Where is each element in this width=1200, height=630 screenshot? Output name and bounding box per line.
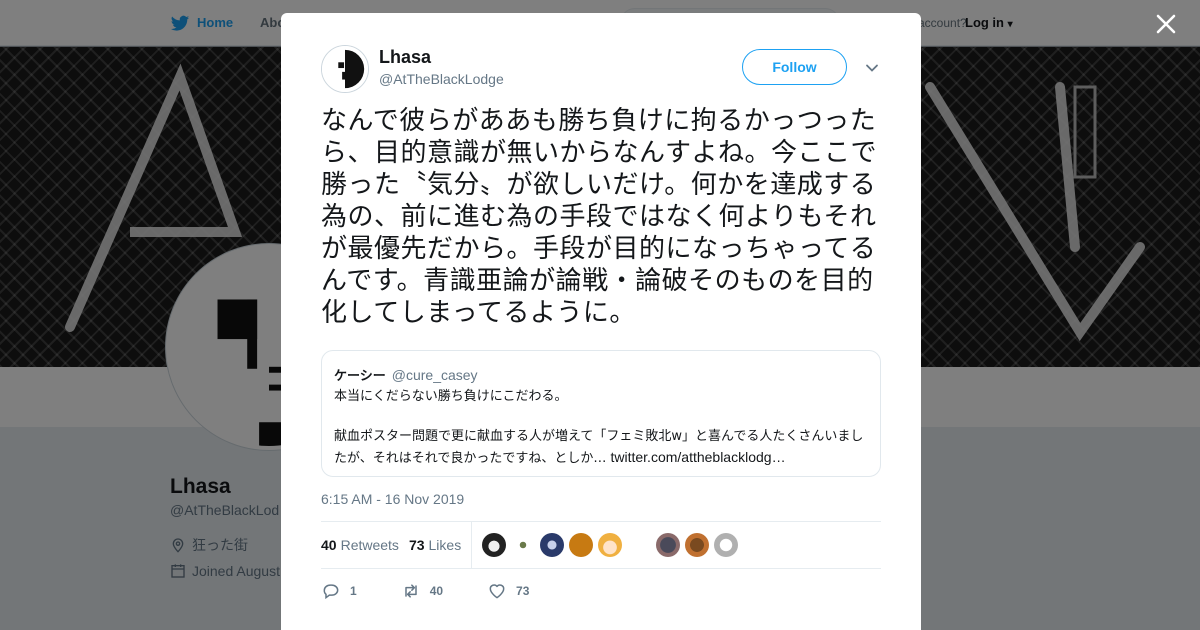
likes-count: 73 bbox=[408, 537, 425, 553]
like-action-count: 73 bbox=[516, 584, 530, 598]
author-avatar[interactable] bbox=[321, 45, 369, 93]
quote-link[interactable]: twitter.com/attheblacklodg… bbox=[610, 449, 785, 465]
caret-down-icon[interactable] bbox=[865, 61, 879, 75]
likes-stat[interactable]: 73 Likes bbox=[409, 537, 461, 553]
tweet-stats: 40 Retweets 73 Likes bbox=[321, 521, 881, 569]
likes-label: Likes bbox=[428, 537, 462, 553]
tweet-timestamp[interactable]: 6:15 AM - 16 Nov 2019 bbox=[321, 491, 464, 507]
quote-text-line1: 本当にくだらない勝ち負けにこだわる。 bbox=[334, 389, 568, 404]
retweets-count: 40 bbox=[321, 537, 337, 553]
quote-header: ケーシー @cure_casey bbox=[334, 365, 868, 384]
close-icon[interactable] bbox=[1154, 12, 1178, 36]
quoted-tweet[interactable]: ケーシー @cure_casey 本当にくだらない勝ち負けにこだわる。 献血ポス… bbox=[321, 350, 881, 477]
author-handle[interactable]: @AtTheBlackLodge bbox=[379, 71, 504, 87]
liker-avatar[interactable] bbox=[511, 533, 536, 557]
quote-author-name: ケーシー bbox=[334, 369, 386, 384]
liker-avatars bbox=[482, 533, 739, 557]
liker-avatar[interactable] bbox=[482, 533, 507, 557]
liker-avatar[interactable] bbox=[656, 533, 681, 557]
like-icon bbox=[489, 584, 505, 599]
follow-button[interactable]: Follow bbox=[742, 49, 847, 85]
quote-text-line2: 献血ポスター問題で更に献血する人が増えて「フェミ敗北w」と喜んでる人たくさんいま… bbox=[334, 427, 868, 469]
stats-divider bbox=[471, 522, 473, 568]
avatar-art bbox=[322, 46, 368, 92]
retweets-label: Retweets bbox=[340, 537, 399, 553]
retweet-action-count: 40 bbox=[429, 584, 444, 598]
retweets-stat[interactable]: 40 Retweets bbox=[321, 537, 399, 553]
retweet-button[interactable]: 40 bbox=[401, 581, 443, 601]
liker-avatar[interactable] bbox=[540, 533, 565, 557]
reply-icon bbox=[323, 584, 339, 600]
tweet-actions: 1 40 73 bbox=[321, 581, 573, 601]
liker-avatar[interactable] bbox=[598, 533, 623, 557]
tweet-text: なんで彼らがああも勝ち負けに拘るかっつったら、目的意識が無いからなんすよね。今こ… bbox=[321, 106, 877, 328]
reply-count: 1 bbox=[350, 584, 357, 598]
retweet-icon bbox=[404, 584, 417, 598]
author-name[interactable]: Lhasa bbox=[379, 47, 431, 68]
quote-author-handle: @cure_casey bbox=[391, 367, 478, 383]
like-button[interactable]: 73 bbox=[487, 581, 529, 601]
tweet-modal: Lhasa @AtTheBlackLodge Follow なんで彼らがああも勝… bbox=[281, 13, 921, 630]
liker-avatar[interactable] bbox=[569, 533, 594, 557]
liker-avatar[interactable] bbox=[685, 533, 710, 557]
reply-button[interactable]: 1 bbox=[321, 581, 357, 601]
liker-avatar[interactable] bbox=[627, 533, 652, 557]
liker-avatar[interactable] bbox=[714, 533, 739, 557]
